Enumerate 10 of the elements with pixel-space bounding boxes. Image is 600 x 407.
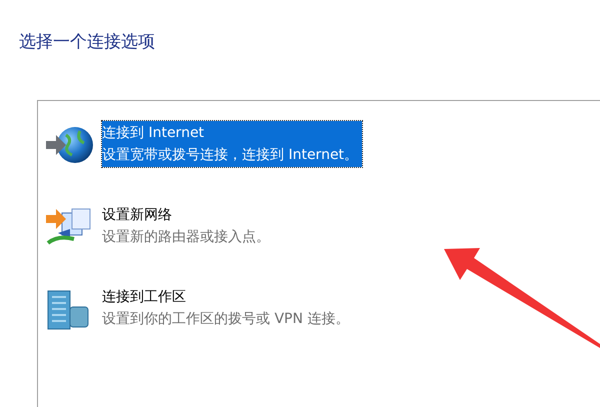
connection-option[interactable]: 连接到工作区 设置到你的工作区的拨号或 VPN 连接。 [102,285,354,331]
option-title: 连接到工作区 [102,288,187,307]
option-description: 设置宽带或拨号连接，连接到 Internet。 [102,146,358,165]
option-description: 设置到你的工作区的拨号或 VPN 连接。 [102,310,350,329]
option-title: 设置新网络 [102,206,173,225]
dialog-heading: 选择一个连接选项 [19,31,155,54]
connection-option[interactable]: 连接到 Internet 设置宽带或拨号连接，连接到 Internet。 [102,121,362,167]
option-description: 设置新的路由器或接入点。 [102,228,270,247]
option-title: 连接到 Internet [102,124,206,143]
connection-option[interactable]: 设置新网络 设置新的路由器或接入点。 [102,203,274,249]
